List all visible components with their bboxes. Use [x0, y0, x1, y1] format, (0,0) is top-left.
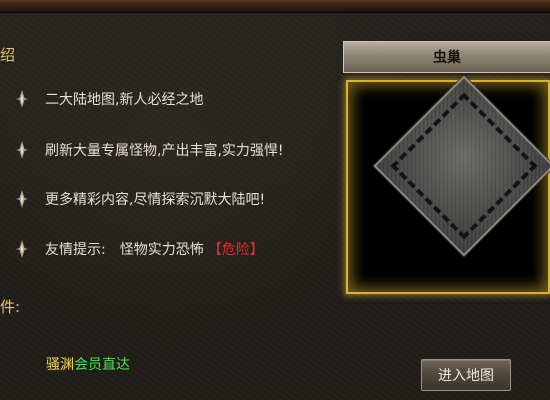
top-frame-border: [0, 0, 550, 13]
vip-direct-link[interactable]: 骚渊会员直达: [46, 354, 130, 374]
map-dashed-border: [390, 92, 538, 240]
intro-section-title: 绍: [0, 46, 16, 64]
conditions-label: 件:: [0, 298, 21, 316]
map-preview-frame: [346, 75, 550, 294]
hint-label: 友情提示:: [45, 242, 106, 258]
bullet-text: 刷新大量专属怪物,产出丰富,实力强悍!: [45, 143, 284, 159]
intro-bullet-2: 刷新大量专属怪物,产出丰富,实力强悍!: [16, 139, 284, 161]
vip-link-part1: 骚渊: [46, 357, 74, 373]
enter-map-button[interactable]: 进入地图: [421, 359, 511, 391]
spike-bullet-icon: [16, 90, 28, 108]
intro-hint-row: 友情提示: 怪物实力恐怖 【危险】: [16, 238, 264, 260]
vip-link-part2: 会员直达: [74, 357, 130, 373]
spike-bullet-icon: [16, 190, 28, 208]
map-preview-image: [373, 75, 550, 257]
map-title-bar: 虫巢: [343, 41, 550, 73]
bullet-text: 更多精彩内容,尽情探索沉默大陆吧!: [45, 192, 266, 208]
spike-bullet-icon: [16, 141, 28, 159]
map-name: 虫巢: [433, 50, 461, 66]
bullet-text: 二大陆地图,新人必经之地: [45, 92, 204, 108]
danger-tag: 【危险】: [207, 242, 264, 258]
intro-bullet-3: 更多精彩内容,尽情探索沉默大陆吧!: [16, 188, 265, 210]
spike-bullet-icon: [16, 240, 28, 258]
intro-bullet-1: 二大陆地图,新人必经之地: [16, 88, 203, 110]
hint-value: 怪物实力恐怖: [119, 242, 204, 258]
